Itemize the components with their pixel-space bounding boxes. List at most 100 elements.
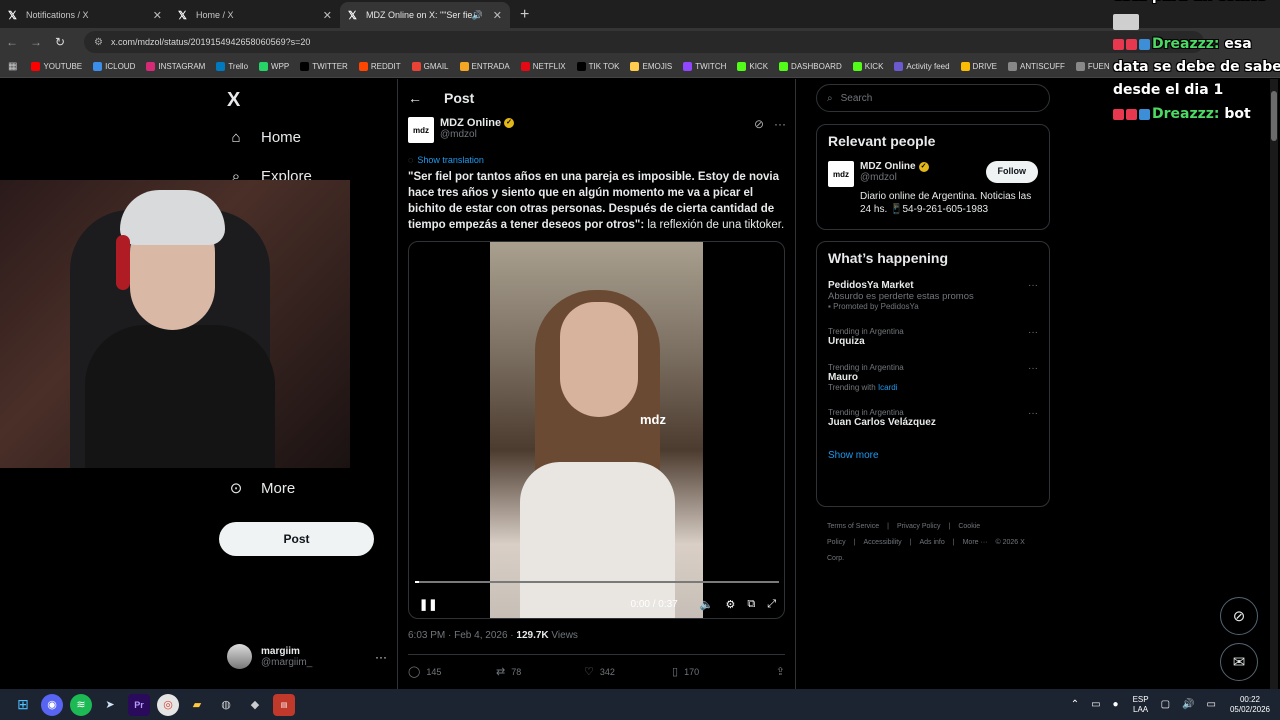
trend-item[interactable]: PedidosYa Market Absurdo es perderte est… — [817, 280, 1049, 311]
video-player[interactable]: mdz ❚❚ 0:00 / 0:37 🔈 ⚙ ⧉ ⤢ — [408, 241, 785, 619]
more-dots-icon[interactable]: ··· — [1028, 280, 1038, 291]
post-button[interactable]: Post — [219, 522, 374, 556]
back-arrow-icon[interactable]: ← — [0, 35, 24, 49]
trend-item[interactable]: Trending in Argentina Urquiza ··· — [817, 327, 1049, 347]
bookmark-item[interactable]: TIK TOK — [576, 62, 619, 71]
bookmark-item[interactable]: FUEN — [1075, 62, 1110, 71]
fullscreen-icon[interactable]: ⤢ — [767, 598, 776, 611]
steam-icon[interactable]: ➤ — [99, 694, 121, 716]
bookmark-item[interactable]: KICK — [737, 62, 768, 71]
bookmark-button[interactable]: ▯ 170 — [672, 665, 760, 678]
footer-link[interactable]: Terms of Service — [827, 523, 879, 530]
bookmark-item[interactable]: TWITTER — [300, 62, 348, 71]
close-icon[interactable]: ✕ — [153, 9, 162, 22]
trend-with-link[interactable]: Icardi — [878, 383, 898, 392]
like-button[interactable]: ♡ 342 — [584, 665, 672, 678]
windows-start-icon[interactable]: ⊞ — [12, 694, 34, 716]
network-icon[interactable]: ▢ — [1161, 699, 1170, 710]
page-scrollbar[interactable] — [1270, 79, 1278, 689]
battery-icon[interactable]: ▭ — [1207, 699, 1216, 710]
messages-fab-icon[interactable]: ✉ — [1220, 643, 1258, 681]
reload-icon[interactable]: ↻ — [48, 35, 72, 49]
obs-icon[interactable]: ◍ — [215, 694, 237, 716]
chrome-icon[interactable]: ◎ — [157, 693, 179, 716]
more-dots-icon[interactable]: ··· — [1028, 363, 1038, 374]
more-dots-icon[interactable]: ··· — [1028, 327, 1038, 338]
forward-arrow-icon[interactable]: → — [24, 35, 48, 49]
pause-icon[interactable]: ❚❚ — [419, 598, 437, 611]
bookmark-item[interactable]: INSTAGRAM — [146, 62, 205, 71]
x-logo[interactable]: X — [227, 89, 240, 112]
bookmark-item[interactable]: TWITCH — [683, 62, 726, 71]
more-dots-icon[interactable]: ··· — [1028, 408, 1038, 419]
search-input[interactable]: ⌕ Search — [816, 84, 1050, 112]
close-icon[interactable]: ✕ — [493, 9, 502, 22]
home-icon: ⌂ — [231, 129, 241, 146]
bookmark-item[interactable]: ICLOUD — [93, 62, 135, 71]
grok-icon[interactable]: ⊘ — [754, 117, 764, 143]
relevant-person[interactable]: mdz MDZ Online ✓ @mdzol Follow — [817, 149, 1049, 187]
bookmark-item[interactable]: REDDIT — [358, 62, 401, 71]
close-icon[interactable]: ✕ — [323, 9, 332, 22]
nav-more[interactable]: ⊙ More — [227, 479, 295, 498]
tab-home[interactable]: 𝕏 Home / X ✕ — [170, 2, 340, 28]
grok-fab-icon[interactable]: ⊘ — [1220, 597, 1258, 635]
video-progress-bar[interactable] — [415, 581, 779, 583]
repost-button[interactable]: ⇄ 78 — [496, 665, 584, 678]
speaker-icon[interactable]: 🔊 — [472, 10, 483, 21]
site-info-icon[interactable]: ⚙ — [94, 37, 103, 48]
account-switcher[interactable]: margiim @margiim_ ··· — [227, 644, 387, 669]
discord-icon[interactable]: ◉ — [41, 693, 63, 716]
nav-home[interactable]: ⌂ Home — [227, 129, 301, 146]
author-name-row[interactable]: MDZ Online ✓ — [440, 117, 515, 129]
follow-button[interactable]: Follow — [985, 161, 1038, 183]
bookmark-item[interactable]: NETFLIX — [520, 62, 566, 71]
bookmark-item[interactable]: ENTRADA — [459, 62, 510, 71]
bookmark-item[interactable]: WPP — [259, 62, 289, 71]
microphone-icon[interactable]: ● — [1113, 699, 1119, 710]
bookmark-item[interactable]: EMOJIS — [630, 62, 672, 71]
author-handle[interactable]: @mdzol — [440, 129, 514, 140]
flag-icon[interactable]: ▭ — [1091, 699, 1100, 710]
language-indicator[interactable]: ESP LAA — [1133, 695, 1149, 715]
bookmark-item[interactable]: DRIVE — [960, 62, 997, 71]
back-arrow-icon[interactable]: ← — [408, 90, 422, 106]
trend-item[interactable]: Trending in Argentina Juan Carlos Velázq… — [817, 408, 1049, 428]
author-avatar[interactable]: mdz — [408, 117, 434, 143]
system-clock[interactable]: 00:22 05/02/2026 — [1230, 695, 1270, 715]
tab-notifications[interactable]: 𝕏 Notifications / X ✕ — [0, 2, 170, 28]
chevron-up-icon[interactable]: ⌃ — [1071, 699, 1079, 710]
footer-link[interactable]: More ··· — [963, 539, 988, 546]
footer-link[interactable]: Ads info — [919, 539, 944, 546]
footer-link[interactable]: Accessibility — [864, 539, 902, 546]
bookmark-item[interactable]: GMAIL — [411, 62, 449, 71]
more-dots-icon[interactable]: ··· — [375, 650, 387, 664]
apps-grid-icon[interactable]: ▦ — [8, 61, 17, 72]
show-translation-link[interactable]: ◌ Show translation — [408, 155, 484, 165]
bookmark-item[interactable]: DASHBOARD — [779, 62, 842, 71]
premiere-icon[interactable]: Pr — [128, 693, 150, 716]
picture-in-picture-icon[interactable]: ⧉ — [747, 598, 755, 611]
app-icon[interactable]: ▤ — [273, 693, 295, 716]
bookmark-item[interactable]: YOUTUBE — [31, 62, 82, 71]
file-explorer-icon[interactable]: ▰ — [186, 694, 208, 716]
spotify-icon[interactable]: ≋ — [70, 693, 92, 716]
new-tab-button[interactable]: + — [510, 6, 539, 28]
bookmark-item[interactable]: ANTISCUFF — [1008, 62, 1065, 71]
bookmark-item[interactable]: Trello — [216, 62, 248, 71]
reply-button[interactable]: ◯ 145 — [408, 665, 496, 678]
url-bar[interactable]: ⚙ x.com/mdzol/status/2019154942658060569… — [84, 31, 1204, 53]
bookmark-item[interactable]: KICK — [852, 62, 883, 71]
footer-link[interactable]: Privacy Policy — [897, 523, 941, 530]
show-more-link[interactable]: Show more — [817, 450, 1049, 461]
volume-icon[interactable]: 🔈 — [700, 598, 714, 611]
app-icon[interactable]: ◆ — [244, 694, 266, 716]
post-timestamp[interactable]: 6:03 PM · Feb 4, 2026 · — [408, 630, 516, 641]
settings-gear-icon[interactable]: ⚙ — [725, 598, 735, 611]
trend-item[interactable]: Trending in Argentina Mauro Trending wit… — [817, 363, 1049, 392]
more-dots-icon[interactable]: ··· — [774, 117, 786, 143]
share-icon[interactable]: ⇪ — [776, 665, 785, 678]
tab-mdz-post[interactable]: 𝕏 MDZ Online on X: ""Ser fiel 🔊 ✕ — [340, 2, 510, 28]
bookmark-item[interactable]: Activity feed — [894, 62, 950, 71]
volume-icon[interactable]: 🔊 — [1182, 699, 1194, 710]
